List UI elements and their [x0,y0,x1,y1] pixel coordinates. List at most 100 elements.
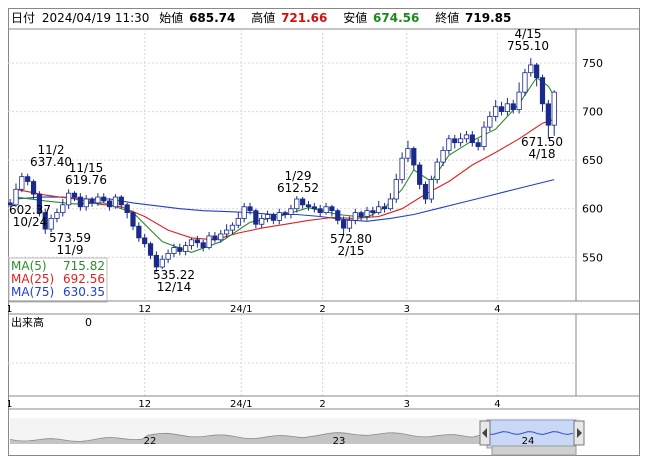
candle-body [493,106,499,117]
y-tick-label: 650 [582,154,603,167]
navigator-year-label: 24 [522,436,535,447]
legend-label: MA(25) [11,272,54,286]
volume-label: 出来高 [11,315,44,329]
candle-body [539,77,546,105]
candle-body [311,206,317,210]
annotation-value: 755.10 [507,39,549,53]
candle-body [475,142,481,147]
candle-body [446,138,452,151]
y-tick-label: 550 [582,251,603,264]
candle-body [212,235,218,241]
x-tick-label: 24/1 [230,399,252,410]
candle-body [159,258,165,268]
candle-body [153,254,159,268]
annotation-date: 11/9 [57,243,84,257]
candle-body [30,181,37,195]
x-tick-label: 3 [404,399,410,410]
candle-body [282,212,288,215]
candle-body [142,237,148,245]
candle-body [452,138,458,144]
candle-body [469,134,475,144]
open-label: 始値 [159,10,183,25]
annotation-date: 2/15 [338,244,365,258]
candle-body [25,176,31,182]
candle-body [551,91,557,126]
low-label: 安値 [343,10,367,25]
candle-body [352,212,358,221]
low-value: 674.56 [373,11,419,25]
candle-body [399,157,405,180]
legend-label: MA(5) [11,259,47,273]
candle-body [54,212,60,219]
candle-body [66,192,72,206]
candle-body [60,204,66,213]
candle-body [194,239,200,244]
high-label: 高値 [251,10,275,25]
candle-body [259,218,265,225]
candle-body [329,206,335,212]
candle-body [364,210,370,217]
candle-body [481,126,487,147]
x-tick-label: 4 [494,304,500,315]
navigator-year-label: 23 [333,436,346,447]
navigator-scrollbar-thumb [491,445,577,456]
candle-body [206,235,212,248]
candle-body [405,148,411,159]
candle-body [417,164,423,185]
candle-body [393,179,399,200]
candle-body [440,150,446,163]
annotation-value: 637.40 [30,155,72,169]
candle-body [487,116,493,128]
x-tick-label: 12 [138,304,151,315]
open-value: 685.74 [189,11,235,25]
candle-body [434,161,440,180]
x-tick-label: 11 [8,399,12,410]
y-tick-label: 600 [582,203,603,216]
candle-body [171,247,177,254]
candle-body [534,64,540,78]
candle-body [229,224,236,231]
x-tick-label: 24/1 [230,304,252,315]
legend-value: 630.35 [63,285,105,299]
candle-body [48,218,54,230]
legend-value: 692.56 [63,272,105,286]
candle-body [387,198,394,210]
candle-body [83,198,89,208]
candle-body [522,72,528,93]
candle-body [504,103,511,112]
x-tick-label: 2 [319,399,325,410]
candle-body [545,103,551,126]
candle-body [305,204,312,208]
candle-body [270,214,277,221]
y-tick-label: 750 [582,57,603,70]
x-tick-label: 11 [8,304,12,315]
candle-body [77,196,83,208]
date-value: 2024/04/19 11:30 [42,11,150,25]
candle-body [112,196,119,208]
annotation-date: 10/24 [13,215,48,229]
chart-frame: 日付 2024/04/19 11:30 始値 685.74 高値 721.66 … [0,8,640,456]
svg-text:日付 2024/04/19 11:30: 日付 2024/04/19 11:30 始値 685.74 高値 721.66 … [11,10,511,25]
candle-body [376,206,382,213]
candle-body [241,206,247,219]
candle-body [411,148,417,166]
candle-body [317,208,323,213]
candle-body [516,91,522,111]
annotation-value: 619.76 [65,173,107,187]
candle-body [223,229,230,235]
candle-body [147,243,154,256]
candle-body [165,252,171,260]
candle-body [253,210,259,225]
candle-body [71,192,78,198]
candle-body [276,212,282,221]
candle-body [200,242,206,248]
navigator-year-label: 22 [144,436,157,447]
candle-body [107,200,113,208]
candle-body [323,206,329,213]
candle-body [510,103,516,111]
candle-body [335,210,341,221]
candle-body [19,176,25,190]
candle-body [130,212,136,227]
legend-value: 715.82 [63,259,105,273]
stock-chart: 日付 2024/04/19 11:30 始値 685.74 高値 721.66 … [0,8,640,456]
